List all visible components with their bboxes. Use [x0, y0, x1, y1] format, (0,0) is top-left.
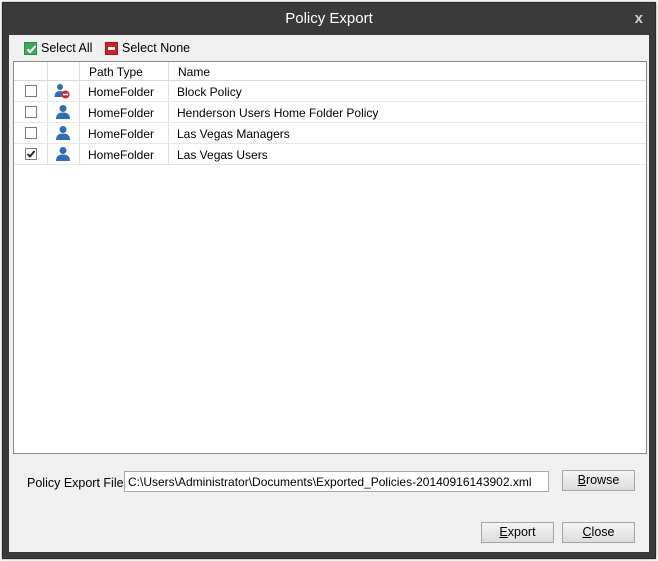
header-path-type-label: Path Type [89, 65, 143, 79]
close-mnemonic: C [582, 525, 592, 539]
select-all-button[interactable]: Select All [24, 40, 92, 56]
row-path-type: HomeFolder [88, 148, 155, 162]
row-path-type-cell: HomeFolder [80, 81, 169, 101]
export-file-path-input[interactable] [124, 471, 549, 492]
close-window-button[interactable]: x [635, 11, 643, 27]
row-path-type-cell: HomeFolder [80, 102, 169, 122]
header-path-type[interactable]: Path Type [80, 62, 169, 80]
table-row[interactable]: HomeFolder Block Policy [14, 81, 646, 102]
select-all-label: Select All [41, 41, 93, 55]
header-name-label: Name [178, 65, 211, 79]
table-row[interactable]: HomeFolder Henderson Users Home Folder P… [14, 102, 646, 123]
row-path-type-cell: HomeFolder [80, 123, 169, 143]
row-icon-cell [48, 81, 80, 101]
row-path-type: HomeFolder [88, 106, 155, 120]
window-title: Policy Export [285, 10, 373, 27]
row-path-type-cell: HomeFolder [80, 144, 169, 164]
uncheck-all-icon [105, 41, 118, 55]
header-icon-column [48, 62, 80, 80]
table-row[interactable]: HomeFolder Las Vegas Managers [14, 123, 646, 144]
export-mnemonic: E [499, 525, 508, 539]
row-name: Las Vegas Users [177, 148, 268, 162]
header-name[interactable]: Name [169, 62, 646, 80]
select-none-label: Select None [122, 41, 191, 55]
row-checkbox[interactable] [25, 127, 37, 139]
browse-button[interactable]: Browse [562, 470, 635, 491]
check-all-icon [24, 41, 37, 55]
row-icon-cell [48, 144, 80, 164]
browse-label: rowse [586, 473, 620, 487]
export-label: xport [507, 525, 536, 539]
row-checkbox-cell [14, 123, 48, 143]
close-button[interactable]: Close [562, 522, 635, 543]
row-icon-cell [48, 123, 80, 143]
user-icon [56, 105, 70, 119]
checkmark-icon [26, 150, 36, 158]
user-icon [56, 126, 70, 140]
row-checkbox-cell [14, 144, 48, 164]
export-file-label: Policy Export File [27, 476, 124, 490]
browse-mnemonic: B [577, 473, 586, 487]
user-icon [56, 147, 70, 161]
row-checkbox-checked[interactable] [25, 148, 37, 160]
row-name: Block Policy [177, 85, 242, 99]
row-checkbox-cell [14, 102, 48, 122]
row-checkbox[interactable] [25, 106, 37, 118]
dialog-body: Select All Select None Path Type Name Ho… [9, 35, 649, 552]
row-path-type: HomeFolder [88, 127, 155, 141]
select-none-button[interactable]: Select None [105, 40, 190, 56]
title-bar[interactable]: Policy Export x [3, 3, 655, 35]
row-checkbox-cell [14, 81, 48, 101]
export-button[interactable]: Export [481, 522, 554, 543]
close-label: lose [591, 525, 615, 539]
row-path-type: HomeFolder [88, 85, 155, 99]
grid-header: Path Type Name [14, 62, 646, 81]
policy-grid[interactable]: Path Type Name HomeFolder Block Policy H… [13, 61, 647, 454]
policy-export-window: Policy Export x Select All Select None P… [2, 2, 656, 559]
row-name: Las Vegas Managers [177, 127, 290, 141]
row-icon-cell [48, 102, 80, 122]
table-row[interactable]: HomeFolder Las Vegas Users [14, 144, 646, 165]
row-name: Henderson Users Home Folder Policy [177, 106, 379, 120]
row-checkbox[interactable] [25, 85, 37, 97]
user-blocked-icon [54, 84, 70, 99]
header-checkbox-column [14, 62, 48, 80]
toolbar: Select All Select None [9, 35, 649, 61]
